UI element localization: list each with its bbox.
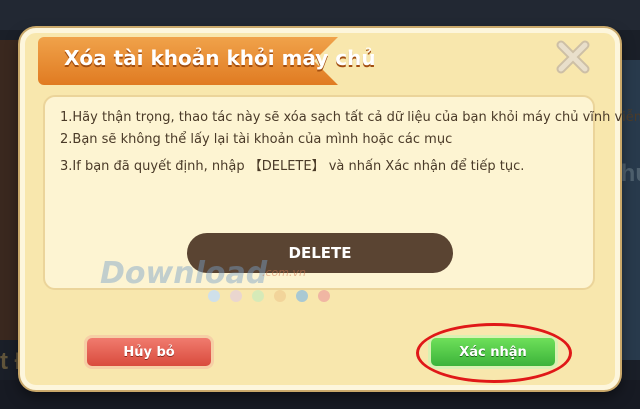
close-button[interactable] [552, 36, 594, 78]
watermark-sub: .com.vn [262, 266, 306, 279]
warning-line-1: 1.Hãy thận trọng, thao tác này sẽ xóa sạ… [60, 110, 640, 125]
close-x-icon [556, 40, 590, 74]
warning-line-2: 2.Bạn sẽ không thể lấy lại tài khoản của… [60, 132, 453, 147]
watermark-dot [318, 290, 330, 302]
watermark-dot [296, 290, 308, 302]
watermark-dot [208, 290, 220, 302]
watermark-dots [208, 290, 330, 302]
watermark-dot [274, 290, 286, 302]
watermark-dot [252, 290, 264, 302]
cancel-button[interactable]: Hủy bỏ [84, 335, 214, 369]
warning-line-3: 3.If bạn đã quyết định, nhập 【DELETE】 và… [60, 159, 525, 174]
dialog-title: Xóa tài khoản khỏi máy chủ [64, 46, 376, 70]
watermark-dot [230, 290, 242, 302]
highlight-circle [416, 323, 572, 383]
watermark-text: Download [100, 256, 268, 291]
